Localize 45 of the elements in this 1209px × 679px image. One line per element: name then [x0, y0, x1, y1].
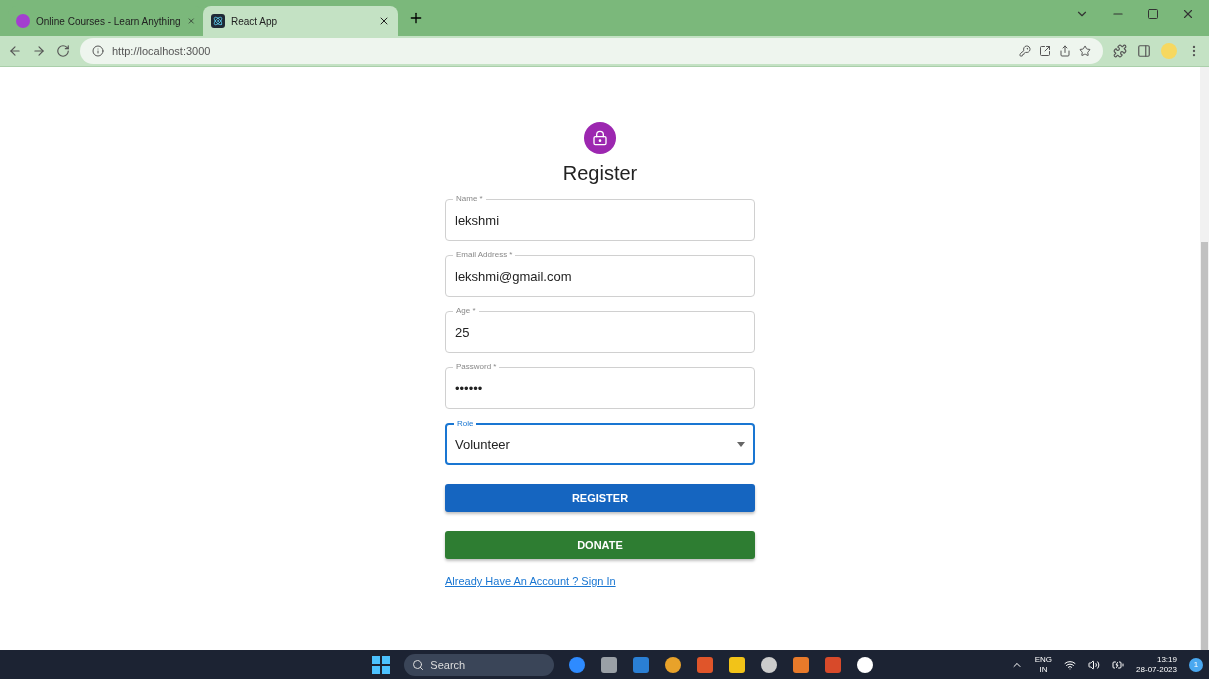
taskbar-search[interactable]: Search	[404, 653, 555, 676]
clock-date[interactable]: 28-07-2023	[1136, 664, 1177, 675]
address-bar[interactable]: http://localhost:3000	[80, 38, 1103, 64]
search-icon	[412, 658, 425, 671]
field-label: Password *	[453, 362, 500, 372]
taskbar-app-icon[interactable]	[856, 655, 875, 674]
puzzle-icon[interactable]	[1113, 44, 1127, 58]
share-icon[interactable]	[1059, 45, 1071, 57]
close-icon[interactable]	[1181, 7, 1195, 21]
back-icon[interactable]	[8, 44, 22, 58]
sign-in-link[interactable]: Already Have An Account ? Sign In	[445, 575, 616, 587]
caret-icon	[737, 441, 745, 447]
clock-time[interactable]: 13:19	[1156, 654, 1177, 665]
reload-icon[interactable]	[56, 44, 70, 58]
windows-start-icon[interactable]	[372, 655, 391, 674]
maximize-icon[interactable]	[1147, 8, 1159, 20]
lock-avatar	[584, 122, 616, 154]
form-button[interactable]: REGISTER	[445, 484, 755, 512]
field-label: Role	[454, 419, 477, 429]
taskbar-app-icon[interactable]	[760, 655, 779, 674]
info-icon	[92, 45, 104, 57]
volume-icon[interactable]	[1088, 658, 1101, 671]
new-tab-icon[interactable]	[408, 10, 424, 26]
taskbar-app-icon[interactable]	[664, 655, 683, 674]
wifi-icon[interactable]	[1064, 658, 1077, 671]
field-label: Age *	[453, 306, 479, 316]
tab-favicon-icon	[211, 14, 225, 28]
language-text[interactable]: ENG	[1034, 654, 1053, 665]
external-link-icon[interactable]	[1039, 45, 1051, 57]
key-icon[interactable]	[1019, 45, 1031, 57]
form-title: Register	[562, 162, 638, 185]
form-button[interactable]: DONATE	[445, 531, 755, 559]
forward-icon[interactable]	[32, 44, 46, 58]
side-panel-icon[interactable]	[1137, 44, 1151, 58]
taskbar-app-icon[interactable]	[600, 655, 619, 674]
field-label: Email Address *	[453, 250, 516, 260]
browser-tab[interactable]: React App	[203, 6, 398, 36]
region-text[interactable]: IN	[1039, 664, 1048, 675]
close-icon[interactable]	[378, 15, 390, 27]
taskbar-app-icon[interactable]	[728, 655, 747, 674]
field-label: Name *	[453, 194, 486, 204]
tab-favicon-icon	[16, 14, 30, 28]
battery-icon[interactable]	[1112, 658, 1125, 671]
scrollbar[interactable]	[1200, 67, 1209, 650]
star-icon[interactable]	[1079, 45, 1091, 57]
